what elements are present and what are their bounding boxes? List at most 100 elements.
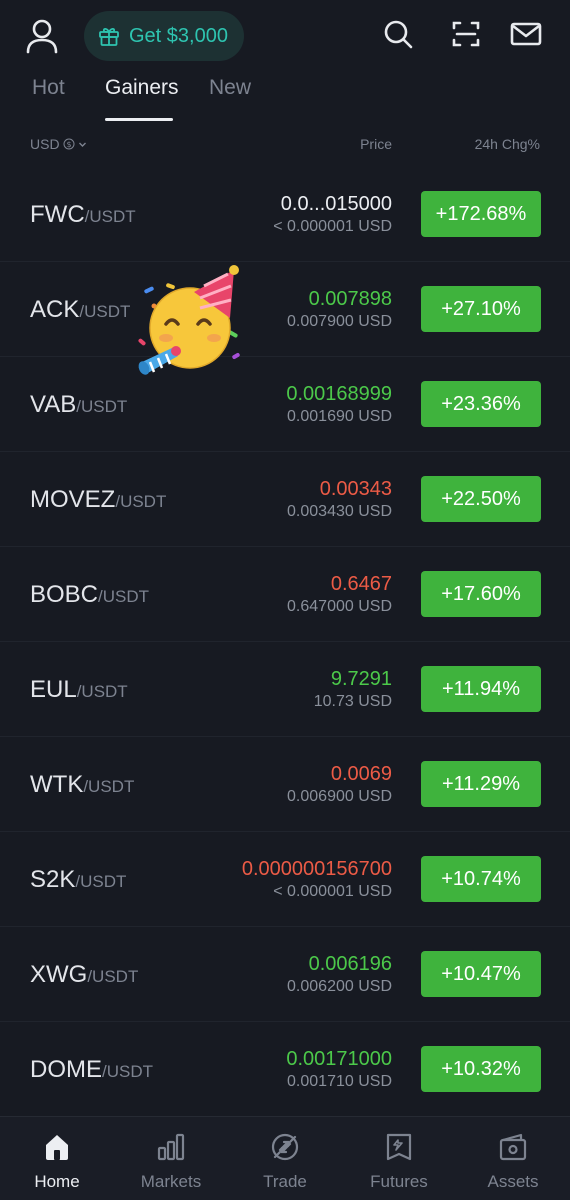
pair-name: XWG /USDT (30, 961, 138, 989)
promo-button[interactable]: Get $3,000 (84, 11, 244, 61)
active-tab-indicator (105, 118, 173, 121)
nav-assets[interactable]: Assets (456, 1117, 570, 1200)
quote-symbol: /USDT (98, 587, 150, 606)
pair-name: MOVEZ /USDT (30, 486, 166, 514)
tab-hot[interactable]: Hot (32, 76, 65, 100)
last-price: 0.00171000 (286, 1048, 392, 1070)
market-row[interactable]: BOBC /USDT 0.6467 0.647000 USD +17.60% (0, 547, 570, 642)
usd-price: < 0.000001 USD (273, 883, 392, 900)
quote-symbol: /USDT (79, 302, 131, 321)
tab-new[interactable]: New (209, 76, 251, 100)
nav-markets[interactable]: Markets (114, 1117, 228, 1200)
market-row[interactable]: ACK /USDT 0.007898 0.007900 USD +27.10% (0, 262, 570, 357)
pair-name: EUL /USDT (30, 676, 128, 704)
base-symbol: WTK (30, 771, 84, 798)
market-row[interactable]: DOME /USDT 0.00171000 0.001710 USD +10.3… (0, 1022, 570, 1117)
gift-icon (99, 27, 119, 46)
usd-price: 0.001690 USD (287, 408, 392, 425)
chevron-down-icon (78, 142, 86, 147)
change-column-header[interactable]: 24h Chg% (475, 136, 540, 152)
tab-gainers[interactable]: Gainers (105, 76, 179, 100)
nav-futures[interactable]: Futures (342, 1117, 456, 1200)
change-badge[interactable]: +10.74% (421, 856, 541, 902)
base-symbol: DOME (30, 1056, 102, 1083)
currency-label: USD (30, 136, 60, 152)
pair-name: VAB /USDT (30, 391, 127, 419)
pair-name: WTK /USDT (30, 771, 134, 799)
usd-price: 0.003430 USD (287, 503, 392, 520)
usd-price: 10.73 USD (313, 693, 392, 710)
change-badge[interactable]: +17.60% (421, 571, 541, 617)
base-symbol: VAB (30, 391, 77, 418)
change-badge[interactable]: +27.10% (421, 286, 541, 332)
market-row[interactable]: FWC /USDT 0.0...015000 < 0.000001 USD +1… (0, 167, 570, 262)
mail-button[interactable] (508, 16, 544, 52)
top-bar: Get $3,000 (0, 0, 570, 72)
market-row[interactable]: VAB /USDT 0.00168999 0.001690 USD +23.36… (0, 357, 570, 452)
base-symbol: MOVEZ (30, 486, 116, 513)
pair-name: ACK /USDT (30, 296, 130, 324)
change-badge[interactable]: +11.94% (421, 666, 541, 712)
pair-name: BOBC /USDT (30, 581, 149, 609)
nav-markets-label: Markets (140, 1172, 202, 1191)
market-row[interactable]: S2K /USDT 0.000000156700 < 0.000001 USD … (0, 832, 570, 927)
base-symbol: BOBC (30, 581, 99, 608)
search-button[interactable] (380, 16, 416, 52)
market-tabs: Hot Gainers New (0, 72, 570, 124)
nav-home-label: Home (34, 1172, 80, 1191)
usd-price: 0.006200 USD (287, 978, 392, 995)
futures-icon (386, 1133, 412, 1161)
last-price: 0.00343 (319, 478, 392, 500)
dollar-circle-icon: $ (63, 138, 75, 150)
change-badge[interactable]: +10.47% (421, 951, 541, 997)
partying-face-emoji (138, 265, 240, 375)
base-symbol: ACK (30, 296, 80, 323)
last-price: 0.000000156700 (241, 858, 392, 880)
market-row[interactable]: WTK /USDT 0.0069 0.006900 USD +11.29% (0, 737, 570, 832)
nav-trade[interactable]: Trade (228, 1117, 342, 1200)
search-icon (384, 20, 413, 49)
change-badge[interactable]: +172.68% (421, 191, 541, 237)
mail-icon (510, 22, 542, 46)
scan-button[interactable] (448, 16, 484, 52)
change-badge[interactable]: +23.36% (421, 381, 541, 427)
markets-icon (157, 1133, 185, 1161)
profile-icon (26, 19, 58, 54)
pair-name: S2K /USDT (30, 866, 126, 894)
price-column-header[interactable]: Price (360, 136, 392, 152)
base-symbol: XWG (30, 961, 88, 988)
quote-symbol: /USDT (75, 872, 127, 891)
usd-price: 0.007900 USD (287, 313, 392, 330)
market-row[interactable]: MOVEZ /USDT 0.00343 0.003430 USD +22.50% (0, 452, 570, 547)
pair-name: DOME /USDT (30, 1056, 153, 1084)
trade-icon (271, 1133, 299, 1161)
change-badge[interactable]: +11.29% (421, 761, 541, 807)
nav-futures-label: Futures (370, 1172, 428, 1191)
nav-home[interactable]: Home (0, 1117, 114, 1200)
quote-symbol: /USDT (76, 682, 128, 701)
quote-symbol: /USDT (76, 397, 128, 416)
last-price: 0.6467 (330, 573, 392, 595)
svg-text:$: $ (66, 140, 71, 149)
last-price: 9.7291 (330, 668, 392, 690)
quote-symbol: /USDT (102, 1062, 153, 1081)
last-price: 0.006196 (308, 953, 392, 975)
usd-price: < 0.000001 USD (273, 218, 392, 235)
quote-symbol: /USDT (84, 207, 136, 226)
market-row[interactable]: XWG /USDT 0.006196 0.006200 USD +10.47% (0, 927, 570, 1022)
profile-button[interactable] (22, 16, 62, 56)
currency-selector[interactable]: USD $ (30, 136, 87, 152)
usd-price: 0.001710 USD (287, 1073, 392, 1090)
market-row[interactable]: EUL /USDT 9.7291 10.73 USD +11.94% (0, 642, 570, 737)
change-badge[interactable]: +10.32% (421, 1046, 541, 1092)
nav-trade-label: Trade (263, 1172, 307, 1191)
last-price: 0.007898 (308, 288, 392, 310)
last-price: 0.00168999 (286, 383, 392, 405)
base-symbol: EUL (30, 676, 77, 703)
change-badge[interactable]: +22.50% (421, 476, 541, 522)
column-headers: USD $ Price 24h Chg% (0, 134, 570, 156)
pair-name: FWC /USDT (30, 201, 136, 229)
assets-icon (499, 1133, 527, 1161)
base-symbol: FWC (30, 201, 85, 228)
nav-assets-label: Assets (487, 1172, 539, 1191)
